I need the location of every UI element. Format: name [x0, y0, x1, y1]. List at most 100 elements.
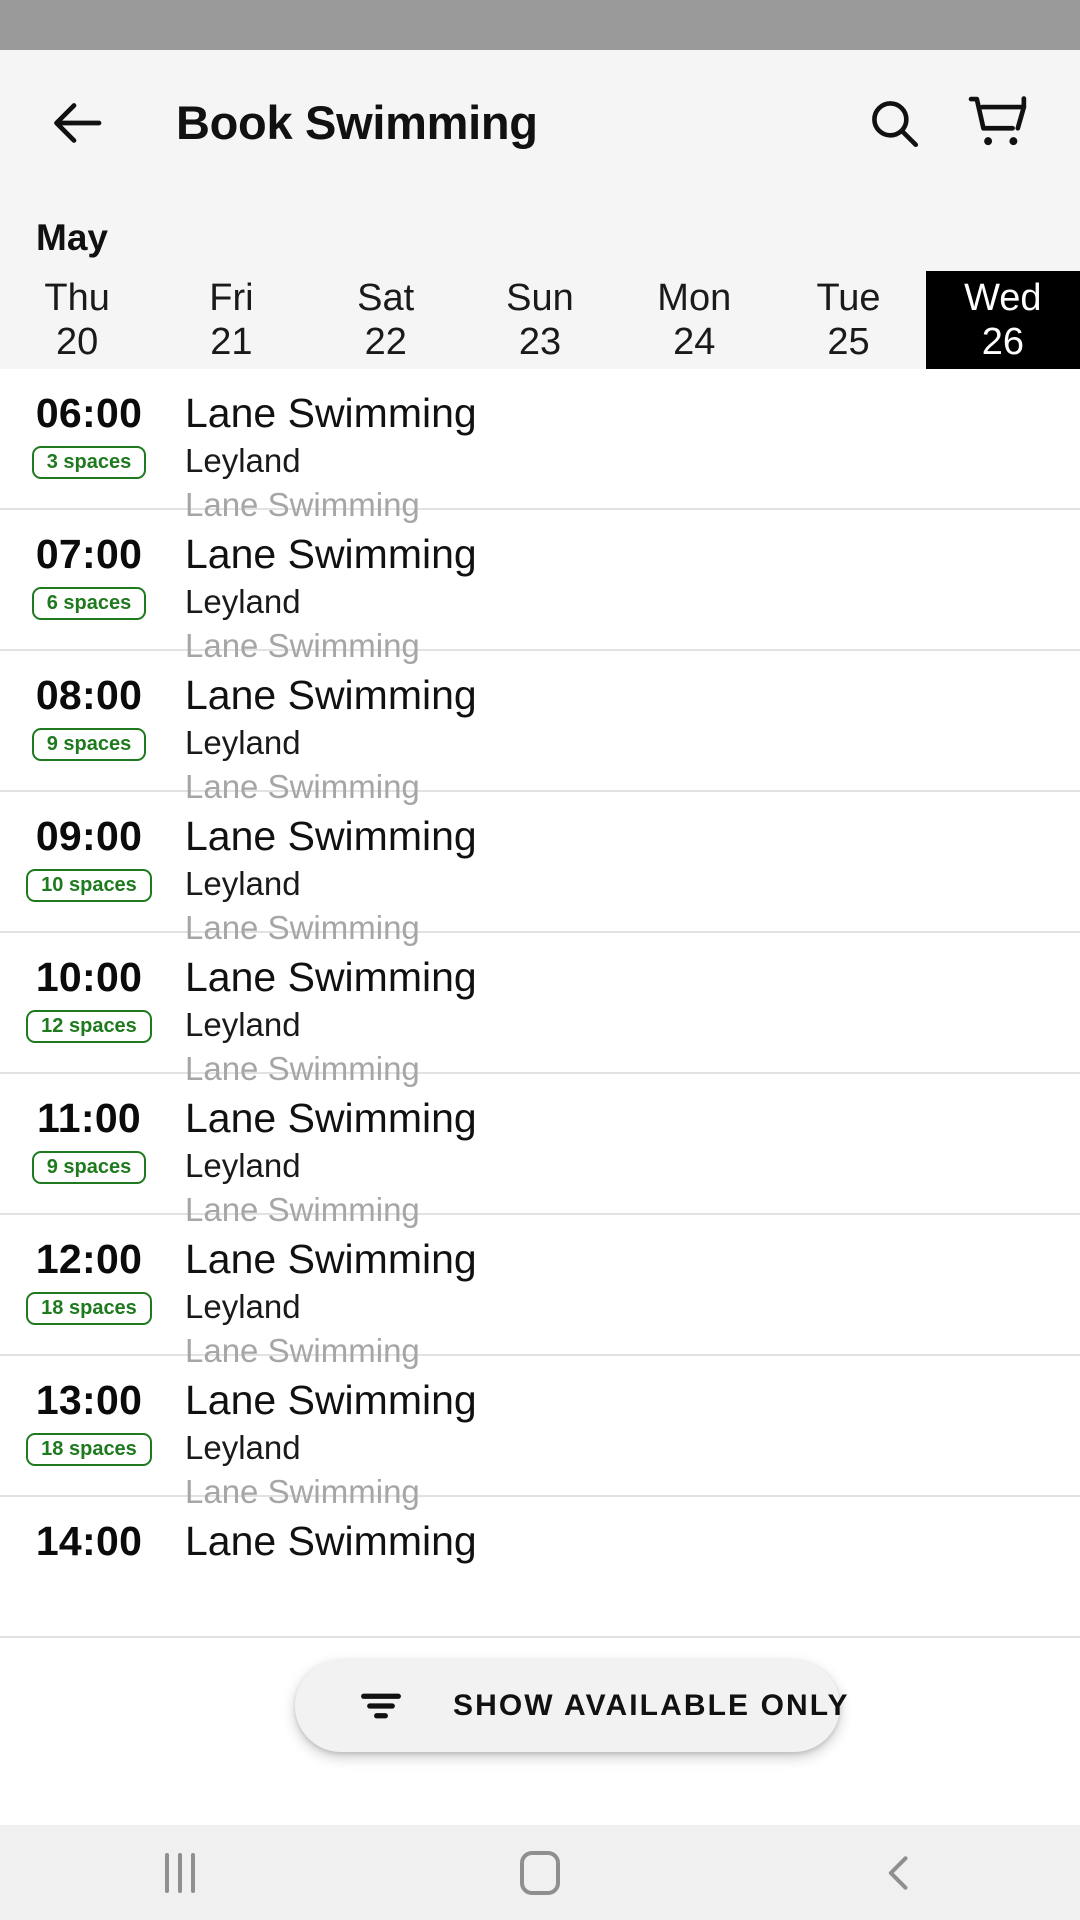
session-name: Lane Swimming: [185, 954, 477, 1000]
date-cell-21[interactable]: Fri 21: [154, 271, 308, 369]
page-title: Book Swimming: [176, 96, 538, 149]
shopping-cart-icon[interactable]: [960, 85, 1036, 161]
home-icon[interactable]: [360, 1825, 720, 1920]
session-time-column: 08:00 9 spaces: [0, 672, 178, 761]
spaces-badge: 10 spaces: [26, 868, 152, 902]
session-venue: Leyland: [185, 1287, 301, 1325]
spaces-badge: 18 spaces: [26, 1432, 152, 1466]
date-cell-dayofweek: Thu: [44, 277, 110, 320]
session-venue: Leyland: [185, 441, 301, 479]
session-info-column: Lane Swimming Leyland Lane Swimming: [178, 1236, 1080, 1370]
session-time: 13:00: [35, 1377, 143, 1423]
session-name: Lane Swimming: [185, 1236, 477, 1282]
session-row[interactable]: 09:00 10 spaces Lane Swimming Leyland Lane S…: [0, 792, 1080, 946]
session-row[interactable]: 10:00 12 spaces Lane Swimming Leyland Lane S…: [0, 933, 1080, 1087]
spaces-badge: 3 spaces: [31, 445, 147, 479]
date-cell-daynumber: 22: [364, 320, 407, 363]
session-row[interactable]: 08:00 9 spaces Lane Swimming Leyland Lane Sw…: [0, 651, 1080, 805]
spaces-badge: 18 spaces: [26, 1291, 152, 1325]
session-row[interactable]: 12:00 18 spaces Lane Swimming Leyland Lane S…: [0, 1215, 1080, 1369]
android-nav-bar: [0, 1825, 1080, 1920]
date-cell-dayofweek: Mon: [657, 277, 732, 320]
session-name: Lane Swimming: [185, 531, 477, 577]
session-time-column: 07:00 6 spaces: [0, 531, 178, 620]
date-cell-dayofweek: Fri: [209, 277, 254, 320]
spaces-badge: 12 spaces: [26, 1009, 152, 1043]
session-venue: Leyland: [185, 1005, 301, 1043]
session-row[interactable]: 07:00 6 spaces Lane Swimming Leyland Lane Sw…: [0, 510, 1080, 664]
session-info-column: Lane Swimming Leyland Lane Swimming: [178, 1095, 1080, 1229]
session-name: Lane Swimming: [185, 672, 477, 718]
date-cell-23[interactable]: Sun 23: [463, 271, 617, 369]
date-cell-dayofweek: Sat: [357, 277, 415, 320]
session-name: Lane Swimming: [185, 390, 477, 436]
session-info-column: Lane Swimming Leyland Lane Swimming: [178, 531, 1080, 665]
month-label: May: [36, 217, 108, 258]
session-info-column: Lane Swimming Leyland Lane Swimming: [178, 954, 1080, 1088]
app-bar: Book Swimming: [0, 50, 1080, 195]
session-venue: Leyland: [185, 723, 301, 761]
session-time-column: 12:00 18 spaces: [0, 1236, 178, 1325]
session-info-column: Lane Swimming Leyland Lane Swimming: [178, 672, 1080, 806]
session-subtitle: Lane Swimming: [185, 626, 420, 664]
show-available-only-label: SHOW AVAILABLE ONLY: [453, 1689, 850, 1722]
session-info-column: Lane Swimming Leyland Lane Swimming: [178, 813, 1080, 947]
show-available-only-button[interactable]: SHOW AVAILABLE ONLY: [295, 1660, 847, 1752]
month-band: May: [0, 195, 1080, 271]
session-time-column: 13:00 18 spaces: [0, 1377, 178, 1466]
session-info-column: Lane Swimming Leyland Lane Swimming: [178, 1377, 1080, 1511]
session-subtitle: Lane Swimming: [185, 767, 420, 805]
session-row[interactable]: 14:00 Lane Swimming: [0, 1497, 1080, 1638]
date-cell-20[interactable]: Thu 20: [0, 271, 154, 369]
session-time: 10:00: [35, 954, 143, 1000]
session-time: 07:00: [35, 531, 143, 577]
session-row[interactable]: 13:00 18 spaces Lane Swimming Leyland Lane S…: [0, 1356, 1080, 1510]
search-icon[interactable]: [856, 85, 932, 161]
session-subtitle: Lane Swimming: [185, 908, 420, 946]
date-cell-daynumber: 23: [518, 320, 562, 363]
arrow-left-icon[interactable]: [44, 88, 114, 158]
session-venue: Leyland: [185, 582, 301, 620]
session-row[interactable]: 06:00 3 spaces Lane Swimming Leyland Lane Sw…: [0, 369, 1080, 523]
session-subtitle: Lane Swimming: [185, 1190, 420, 1228]
session-name: Lane Swimming: [185, 1095, 477, 1141]
session-time: 12:00: [35, 1236, 143, 1282]
phone-screen: Book Swimming May Thu 20 Fri 21 Sat 22 Sun 23 Mo…: [0, 0, 1080, 1920]
session-info-column: Lane Swimming Leyland Lane Swimming: [178, 390, 1080, 524]
filter-icon: [351, 1676, 411, 1736]
session-venue: Leyland: [185, 1428, 301, 1466]
status-bar: [0, 0, 1080, 50]
spaces-badge: 9 spaces: [31, 727, 147, 761]
session-name: Lane Swimming: [185, 813, 477, 859]
date-cell-dayofweek: Wed: [964, 277, 1042, 320]
date-cell-25[interactable]: Tue 25: [771, 271, 925, 369]
session-time-column: 10:00 12 spaces: [0, 954, 178, 1043]
chevron-left-icon[interactable]: [720, 1825, 1080, 1920]
date-cell-26[interactable]: Wed 26: [925, 271, 1080, 369]
session-time: 09:00: [35, 813, 143, 859]
spaces-badge: 9 spaces: [31, 1150, 147, 1184]
date-cell-daynumber: 20: [56, 320, 99, 363]
session-time-column: 06:00 3 spaces: [0, 390, 178, 479]
session-time: 08:00: [35, 672, 143, 718]
session-name: Lane Swimming: [185, 1377, 477, 1423]
recents-icon[interactable]: [0, 1825, 360, 1920]
session-row[interactable]: 11:00 9 spaces Lane Swimming Leyland Lane Sw…: [0, 1074, 1080, 1228]
spaces-badge: 6 spaces: [31, 586, 147, 620]
session-subtitle: Lane Swimming: [185, 1472, 420, 1510]
session-list: 06:00 3 spaces Lane Swimming Leyland Lane Sw…: [0, 369, 1080, 1638]
session-subtitle: Lane Swimming: [185, 1331, 420, 1369]
date-cell-daynumber: 26: [981, 320, 1024, 363]
session-venue: Leyland: [185, 1146, 301, 1184]
date-cell-daynumber: 24: [673, 320, 716, 363]
date-cell-22[interactable]: Sat 22: [309, 271, 463, 369]
session-subtitle: Lane Swimming: [185, 485, 420, 523]
date-cell-dayofweek: Tue: [816, 277, 881, 320]
date-cell-24[interactable]: Mon 24: [617, 271, 771, 369]
session-time-column: 14:00: [0, 1518, 178, 1565]
session-time-column: 11:00 9 spaces: [0, 1095, 178, 1184]
date-cell-daynumber: 25: [827, 320, 870, 363]
session-time: 11:00: [36, 1095, 142, 1141]
session-time: 06:00: [35, 390, 143, 436]
date-selector[interactable]: Thu 20 Fri 21 Sat 22 Sun 23 Mon 24 Tue 25 Wed 26: [0, 271, 1080, 369]
